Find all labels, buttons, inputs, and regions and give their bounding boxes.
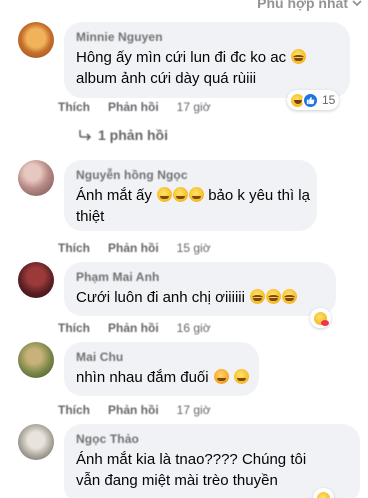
reply-button[interactable]: Phản hồi <box>108 403 159 417</box>
comment-line: nhìn nhau đắm đuối <box>76 369 209 386</box>
comment-line: thiệt <box>76 208 105 225</box>
comment-timestamp[interactable]: 17 giờ <box>177 403 211 417</box>
replies-count-label: 1 phản hồi <box>98 127 168 143</box>
crying-emoji-icon <box>266 289 282 304</box>
comment-actions: Thích Phản hồi 16 giờ <box>58 321 211 335</box>
comment-timestamp[interactable]: 17 giờ <box>177 100 211 114</box>
laughing-emoji-icon <box>157 187 173 202</box>
crying-emoji-icon <box>250 289 266 304</box>
comment-author[interactable]: Mai Chu <box>76 350 247 364</box>
comment-author[interactable]: Phạm Mai Anh <box>76 270 324 284</box>
care-reaction-icon <box>312 309 329 327</box>
like-button[interactable]: Thích <box>58 321 90 335</box>
reply-button[interactable]: Phản hồi <box>108 100 159 114</box>
comment-text: Ánh mắt kia là tnao???? Chúng tôi <box>76 449 348 470</box>
avatar[interactable] <box>18 342 54 378</box>
reply-button[interactable]: Phản hồi <box>108 241 159 255</box>
reply-button[interactable]: Phản hồi <box>108 321 159 335</box>
comment-author[interactable]: Minnie Nguyen <box>76 30 338 44</box>
comment-actions: Thích Phản hồi 17 giờ <box>58 403 211 417</box>
comment-text: Ánh mắt ấy bảo k yêu thì lạ <box>76 185 310 206</box>
comment-text: Hông ấy mìn cứi lun đi đc ko ac <box>76 47 338 68</box>
like-button[interactable]: Thích <box>58 241 90 255</box>
comment-text: nhìn nhau đắm đuối <box>76 367 249 388</box>
comment-bubble: Ngọc Thảo Ánh mắt kia là tnao???? Chúng … <box>64 424 360 498</box>
like-button[interactable]: Thích <box>58 403 90 417</box>
reaction-count: 15 <box>322 93 336 107</box>
comment-line: Cưới luôn đi anh chị ơiiiiii <box>76 289 245 306</box>
view-replies-link[interactable]: 1 phản hồi <box>78 127 168 143</box>
comment-bubble: Nguyễn hồng Ngọc Ánh mắt ấy bảo k yêu th… <box>64 160 317 231</box>
comment-bubble: Phạm Mai Anh Cưới luôn đi anh chị ơiiiii… <box>64 262 336 316</box>
heart-eyes-emoji-icon <box>213 369 229 384</box>
avatar[interactable] <box>18 22 54 58</box>
reply-arrow-icon <box>79 130 92 141</box>
comment-author[interactable]: Ngọc Thảo <box>76 432 348 446</box>
laughing-emoji-icon <box>189 187 205 202</box>
like-reaction-icon <box>302 91 319 109</box>
comment-timestamp[interactable]: 16 giờ <box>177 321 211 335</box>
comment-line: Ánh mắt ấy <box>76 187 152 204</box>
sort-dropdown[interactable]: Phù hợp nhất <box>257 0 362 11</box>
crying-emoji-icon <box>291 49 307 64</box>
comment-text: Cưới luôn đi anh chị ơiiiiii <box>76 287 324 308</box>
comment-text: album ảnh cứi dày quá rùiii <box>76 68 338 89</box>
comment-text: vẫn đang miệt mài trèo thuyền <box>76 470 348 491</box>
comment-timestamp[interactable]: 15 giờ <box>177 241 211 255</box>
comment-line: Hông ấy mìn cứi lun đi đc ko ac <box>76 49 287 66</box>
comment-line: Ánh mắt kia là tnao???? Chúng tôi <box>76 451 307 468</box>
comment-actions: Thích Phản hồi 15 giờ <box>58 241 211 255</box>
crying-emoji-icon <box>282 289 298 304</box>
sort-label: Phù hợp nhất <box>257 0 348 11</box>
chevron-down-icon <box>352 0 362 7</box>
like-button[interactable]: Thích <box>58 100 90 114</box>
comment-text: thiệt <box>76 206 305 227</box>
haha-reaction-icon <box>315 489 332 498</box>
comment-line: vẫn đang miệt mài trèo thuyền <box>76 472 278 489</box>
reaction-summary[interactable] <box>310 308 331 328</box>
laughing-emoji-icon <box>173 187 189 202</box>
comment-bubble: Minnie Nguyen Hông ấy mìn cứi lun đi đc … <box>64 22 350 98</box>
avatar[interactable] <box>18 160 54 196</box>
comment-line: album ảnh cứi dày quá rùiii <box>76 70 257 87</box>
hug-emoji-icon <box>233 369 249 384</box>
reaction-summary[interactable]: 15 <box>287 90 340 110</box>
comment-bubble: Mai Chu nhìn nhau đắm đuối <box>64 342 259 396</box>
comment-actions: Thích Phản hồi 17 giờ <box>58 100 211 114</box>
comment-author[interactable]: Nguyễn hồng Ngọc <box>76 168 305 182</box>
avatar[interactable] <box>18 262 54 298</box>
avatar[interactable] <box>18 424 54 460</box>
comment-line: bảo k yêu thì lạ <box>208 187 310 204</box>
